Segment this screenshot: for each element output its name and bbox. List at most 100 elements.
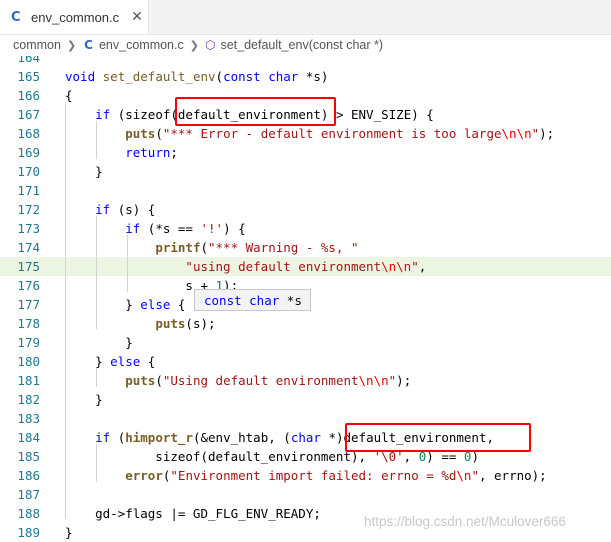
line-code: printf("*** Warning - %s, " bbox=[65, 238, 359, 257]
line-number: 166 bbox=[17, 88, 40, 103]
line-number: 187 bbox=[17, 487, 40, 502]
code-token: ); bbox=[396, 373, 412, 388]
line-number: 165 bbox=[17, 69, 40, 84]
code-token: *s) bbox=[298, 69, 329, 84]
line-number: 176 bbox=[17, 278, 40, 293]
tab-bar: C env_common.c ✕ bbox=[0, 0, 611, 35]
code-token: if bbox=[125, 221, 141, 236]
line-number: 179 bbox=[17, 335, 40, 350]
code-line-164[interactable]: 164 bbox=[0, 56, 611, 67]
line-code: } bbox=[65, 523, 73, 542]
code-line-173[interactable]: 173 if (*s == '!') { bbox=[0, 219, 611, 238]
line-code: } bbox=[65, 390, 103, 409]
line-number: 174 bbox=[17, 240, 40, 255]
code-token: if bbox=[95, 430, 111, 445]
code-token: " bbox=[471, 468, 479, 483]
line-number: 182 bbox=[17, 392, 40, 407]
code-line-179[interactable]: 179 } bbox=[0, 333, 611, 352]
code-token: ( bbox=[155, 373, 163, 388]
chevron-right-icon: ❯ bbox=[66, 38, 77, 52]
code-token: " bbox=[411, 259, 419, 274]
code-token: ( bbox=[215, 69, 224, 84]
code-token: "*** Warning - %s, " bbox=[208, 240, 359, 255]
code-line-181[interactable]: 181 puts("Using default environment\n\n"… bbox=[0, 371, 611, 390]
line-number: 175 bbox=[17, 259, 40, 274]
code-token: else bbox=[110, 354, 141, 369]
indent-guide bbox=[96, 121, 97, 159]
tab-label: env_common.c bbox=[31, 9, 120, 25]
code-token: "Environment import failed: errno = %d bbox=[170, 468, 457, 483]
line-number: 171 bbox=[17, 183, 40, 198]
code-token: { bbox=[140, 354, 156, 369]
code-token: } bbox=[65, 354, 111, 369]
code-line-175[interactable]: 175 "using default environment\n\n", bbox=[0, 257, 611, 276]
line-code: } bbox=[65, 162, 103, 181]
code-token: '!' bbox=[200, 221, 224, 236]
indent-guide bbox=[65, 102, 66, 519]
code-token: ); bbox=[539, 126, 555, 141]
code-token: (sizeof( bbox=[110, 107, 178, 122]
code-line-180[interactable]: 180 } else { bbox=[0, 352, 611, 371]
highlight-box-himport bbox=[345, 423, 531, 452]
code-token: sizeof(default_environment), bbox=[65, 449, 374, 464]
line-number: 172 bbox=[17, 202, 40, 217]
code-token: { bbox=[170, 297, 186, 312]
tab-env-common[interactable]: C env_common.c ✕ bbox=[0, 0, 149, 34]
line-code: } else { bbox=[65, 352, 155, 371]
line-code: "using default environment\n\n", bbox=[65, 257, 426, 276]
code-token: if bbox=[95, 202, 111, 217]
code-line-172[interactable]: 172 if (s) { bbox=[0, 200, 611, 219]
line-number: 181 bbox=[17, 373, 40, 388]
code-token: (s) { bbox=[110, 202, 156, 217]
indent-guide bbox=[96, 216, 97, 329]
line-number: 184 bbox=[17, 430, 40, 445]
line-code: puts("*** Error - default environment is… bbox=[65, 124, 554, 143]
line-code: void set_default_env(const char *s) bbox=[65, 67, 328, 86]
breadcrumb-symbol[interactable]: set_default_env(const char *) bbox=[220, 38, 383, 52]
highlight-box-sizeof bbox=[175, 97, 336, 126]
code-token: puts bbox=[125, 126, 156, 141]
code-token: printf bbox=[155, 240, 201, 255]
line-number: 168 bbox=[17, 126, 40, 141]
code-line-187[interactable]: 187 bbox=[0, 485, 611, 504]
line-code: return; bbox=[65, 143, 178, 162]
code-line-168[interactable]: 168 puts("*** Error - default environmen… bbox=[0, 124, 611, 143]
breadcrumb-file[interactable]: env_common.c bbox=[99, 38, 184, 52]
code-token: if bbox=[95, 107, 111, 122]
line-code: puts("Using default environment\n\n"); bbox=[65, 371, 411, 390]
code-token: ( bbox=[200, 240, 208, 255]
line-number: 188 bbox=[17, 506, 40, 521]
code-line-182[interactable]: 182 } bbox=[0, 390, 611, 409]
code-token: { bbox=[65, 88, 73, 103]
code-token: } bbox=[65, 525, 73, 540]
code-line-174[interactable]: 174 printf("*** Warning - %s, " bbox=[0, 238, 611, 257]
code-token: (&env_htab, ( bbox=[192, 430, 291, 445]
code-token: , bbox=[418, 259, 427, 274]
code-line-186[interactable]: 186 error("Environment import failed: er… bbox=[0, 466, 611, 485]
code-token: \n\n bbox=[381, 259, 412, 274]
breadcrumb-folder[interactable]: common bbox=[13, 38, 61, 52]
code-line-171[interactable]: 171 bbox=[0, 181, 611, 200]
code-token: \n bbox=[456, 468, 472, 483]
tooltip-type: const char bbox=[204, 293, 280, 308]
function-cube-icon: ⬡ bbox=[204, 38, 216, 52]
code-token: ) { bbox=[223, 221, 246, 236]
code-token: puts bbox=[125, 373, 156, 388]
code-line-165[interactable]: 165 void set_default_env(const char *s) bbox=[0, 67, 611, 86]
code-token: "using default environment bbox=[185, 259, 382, 274]
code-line-169[interactable]: 169 return; bbox=[0, 143, 611, 162]
line-number: 164 bbox=[17, 56, 40, 65]
line-code: if (s) { bbox=[65, 200, 155, 219]
code-line-170[interactable]: 170 } bbox=[0, 162, 611, 181]
code-token: } bbox=[65, 164, 103, 179]
code-line-178[interactable]: 178 puts(s); bbox=[0, 314, 611, 333]
close-icon[interactable]: ✕ bbox=[131, 9, 143, 25]
code-token: } bbox=[65, 392, 103, 407]
line-number: 186 bbox=[17, 468, 40, 483]
line-code: } else { bbox=[65, 295, 185, 314]
code-token: set_default_env bbox=[102, 69, 216, 84]
